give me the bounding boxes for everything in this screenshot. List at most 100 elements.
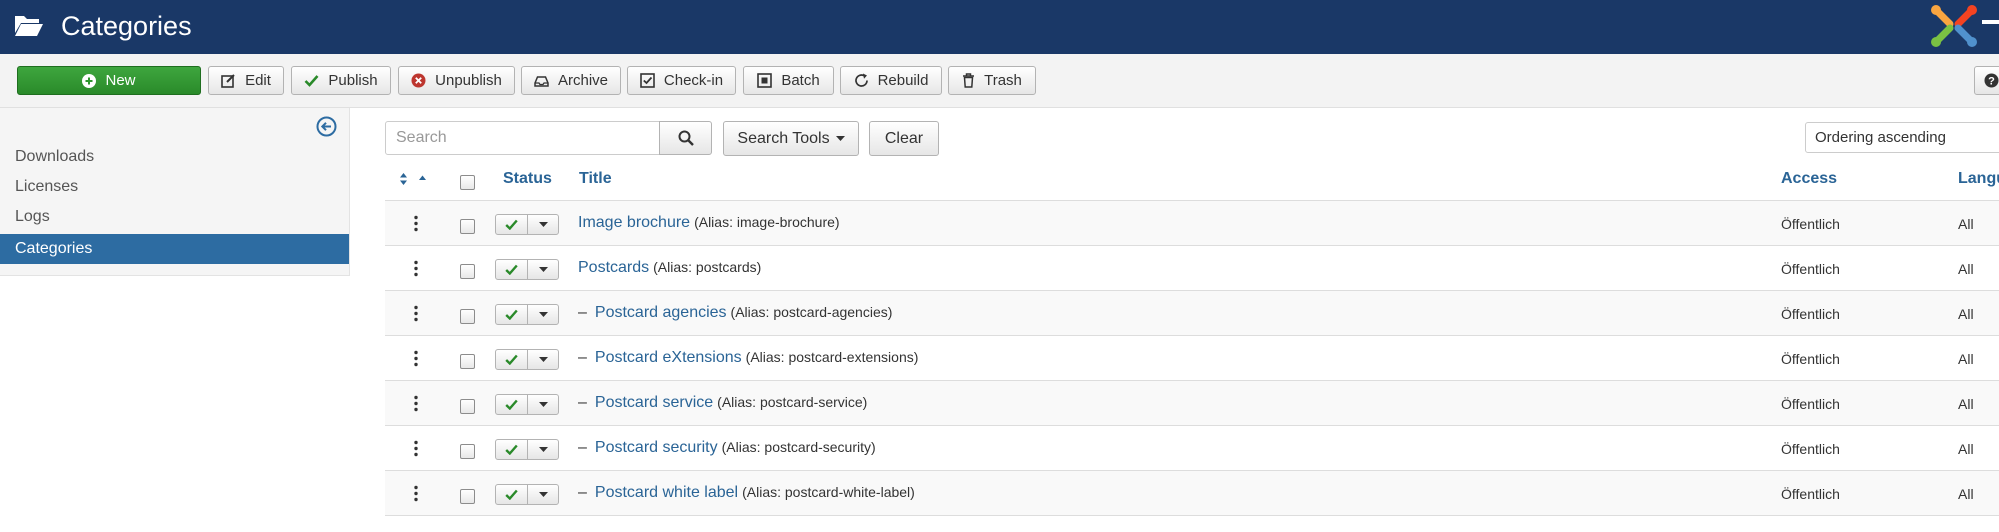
sidebar-item-logs[interactable]: Logs xyxy=(0,202,349,232)
row-checkbox[interactable] xyxy=(460,354,475,369)
edit-button-label: Edit xyxy=(245,72,271,89)
new-button[interactable]: New xyxy=(17,66,201,95)
search-button[interactable] xyxy=(659,121,712,155)
published-toggle-button[interactable] xyxy=(496,260,528,279)
published-toggle-button[interactable] xyxy=(496,485,528,504)
sidebar-item-licenses[interactable]: Licenses xyxy=(0,172,349,202)
category-title-link[interactable]: Postcard security xyxy=(595,439,718,456)
drag-handle-icon[interactable] xyxy=(414,440,418,457)
status-dropdown-button[interactable] xyxy=(528,305,558,324)
search-input[interactable] xyxy=(385,121,660,155)
column-header-status[interactable]: Status xyxy=(503,170,552,188)
refresh-icon xyxy=(854,73,868,87)
caret-down-icon xyxy=(538,402,548,407)
edit-icon xyxy=(221,74,235,88)
category-title-cell: – Postcard white label (Alias: postcard-wh… xyxy=(578,484,915,502)
drag-handle-icon[interactable] xyxy=(414,215,418,232)
unpublish-button[interactable]: Unpublish xyxy=(398,66,515,95)
checkin-button[interactable]: Check-in xyxy=(627,66,736,95)
category-title-link[interactable]: Postcard eXtensions xyxy=(595,349,742,366)
category-title-link[interactable]: Postcard white label xyxy=(595,484,738,501)
level-indent-dash: – xyxy=(578,394,587,411)
level-indent-dash: – xyxy=(578,484,587,501)
table-row: Image brochure (Alias: image-brochure) Öf… xyxy=(385,201,1999,246)
help-icon: ? xyxy=(1984,73,1999,88)
row-checkbox[interactable] xyxy=(460,219,475,234)
category-title-link[interactable]: Postcard service xyxy=(595,394,713,411)
caret-down-icon xyxy=(538,357,548,362)
language-cell: All xyxy=(1958,306,1974,322)
access-cell: Öffentlich xyxy=(1781,351,1840,367)
category-title-link[interactable]: Image brochure xyxy=(578,214,690,231)
column-header-access[interactable]: Access xyxy=(1781,170,1837,188)
status-dropdown-button[interactable] xyxy=(528,215,558,234)
column-header-language[interactable]: Langu xyxy=(1958,170,1999,188)
drag-handle-icon[interactable] xyxy=(414,260,418,277)
status-toggle[interactable] xyxy=(495,349,559,370)
status-toggle[interactable] xyxy=(495,304,559,325)
ordering-select[interactable]: Ordering ascending xyxy=(1805,122,1999,153)
access-cell: Öffentlich xyxy=(1781,261,1840,277)
published-toggle-button[interactable] xyxy=(496,395,528,414)
row-checkbox[interactable] xyxy=(460,444,475,459)
access-cell: Öffentlich xyxy=(1781,306,1840,322)
drag-handle-icon[interactable] xyxy=(414,395,418,412)
sort-ordering-icon[interactable] xyxy=(399,172,427,186)
status-dropdown-button[interactable] xyxy=(528,350,558,369)
archive-button[interactable]: Archive xyxy=(521,66,621,95)
page-header: Categories xyxy=(0,0,1999,54)
published-toggle-button[interactable] xyxy=(496,305,528,324)
category-title-cell: – Postcard service (Alias: postcard-servic… xyxy=(578,394,867,412)
caret-down-icon xyxy=(538,312,548,317)
level-indent-dash: – xyxy=(578,439,587,456)
clear-button[interactable]: Clear xyxy=(869,121,939,156)
batch-button[interactable]: Batch xyxy=(743,66,834,95)
search-tools-button[interactable]: Search Tools xyxy=(723,121,859,156)
logo-wordmark-fragment xyxy=(1982,20,1999,24)
select-all-checkbox[interactable] xyxy=(460,175,475,190)
category-title-link[interactable]: Postcards xyxy=(578,259,649,276)
status-toggle[interactable] xyxy=(495,394,559,415)
published-toggle-button[interactable] xyxy=(496,215,528,234)
help-button[interactable]: ? xyxy=(1974,66,1999,95)
edit-button[interactable]: Edit xyxy=(208,66,284,95)
row-checkbox[interactable] xyxy=(460,309,475,324)
table-row: – Postcard service (Alias: postcard-servic… xyxy=(385,381,1999,426)
status-dropdown-button[interactable] xyxy=(528,440,558,459)
published-toggle-button[interactable] xyxy=(496,440,528,459)
row-checkbox[interactable] xyxy=(460,264,475,279)
category-title-cell: Image brochure (Alias: image-brochure) xyxy=(578,214,840,232)
status-toggle[interactable] xyxy=(495,484,559,505)
category-title-cell: – Postcard security (Alias: postcard-secur… xyxy=(578,439,876,457)
drag-handle-icon[interactable] xyxy=(414,305,418,322)
collapse-sidebar-icon[interactable] xyxy=(316,116,337,137)
status-toggle[interactable] xyxy=(495,439,559,460)
category-alias: (Alias: postcard-agencies) xyxy=(730,304,893,320)
status-dropdown-button[interactable] xyxy=(528,395,558,414)
language-cell: All xyxy=(1958,441,1974,457)
joomla-logo[interactable] xyxy=(1928,2,1980,50)
column-header-title[interactable]: Title xyxy=(579,170,612,188)
status-toggle[interactable] xyxy=(495,214,559,235)
status-toggle[interactable] xyxy=(495,259,559,280)
category-title-link[interactable]: Postcard agencies xyxy=(595,304,727,321)
table-row: – Postcard agencies (Alias: postcard-agenc… xyxy=(385,291,1999,336)
access-cell: Öffentlich xyxy=(1781,441,1840,457)
row-checkbox[interactable] xyxy=(460,489,475,504)
trash-button[interactable]: Trash xyxy=(948,66,1036,95)
sidebar-item-downloads[interactable]: Downloads xyxy=(0,142,349,172)
status-dropdown-button[interactable] xyxy=(528,485,558,504)
batch-icon xyxy=(757,73,773,88)
sidebar-item-categories[interactable]: Categories xyxy=(0,234,349,264)
category-title-cell: – Postcard eXtensions (Alias: postcard-ext… xyxy=(578,349,918,367)
category-alias: (Alias: postcards) xyxy=(653,259,762,275)
table-row: – Postcard security (Alias: postcard-secur… xyxy=(385,426,1999,471)
drag-handle-icon[interactable] xyxy=(414,350,418,367)
drag-handle-icon[interactable] xyxy=(414,485,418,502)
published-toggle-button[interactable] xyxy=(496,350,528,369)
status-dropdown-button[interactable] xyxy=(528,260,558,279)
row-checkbox[interactable] xyxy=(460,399,475,414)
publish-button[interactable]: Publish xyxy=(291,66,391,95)
rebuild-button[interactable]: Rebuild xyxy=(840,66,942,95)
access-cell: Öffentlich xyxy=(1781,396,1840,412)
